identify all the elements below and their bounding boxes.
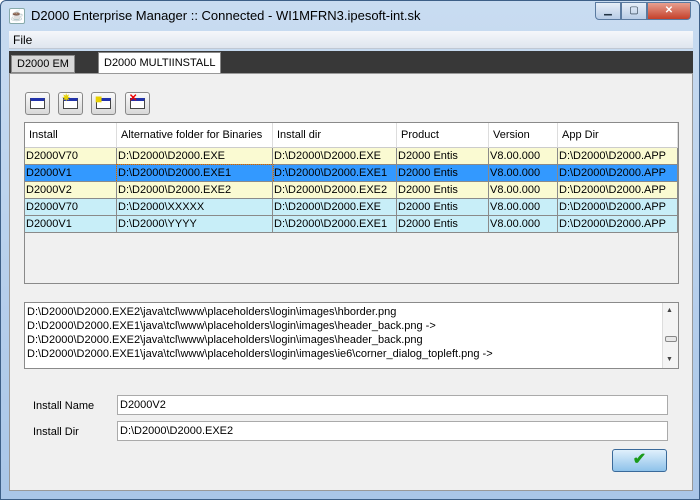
list-icon [30, 98, 45, 109]
table-cell[interactable]: D:\D2000\D2000.EXE1 [116, 164, 274, 183]
table-cell[interactable]: D:\D2000\D2000.EXE2 [273, 182, 397, 199]
table-cell[interactable]: D2000 Entis [397, 148, 489, 165]
log-area[interactable]: ▲ ▼ D:\D2000\D2000.EXE2\java\tcl\www\pla… [24, 302, 679, 369]
column-header[interactable]: Product [397, 123, 489, 148]
table-cell[interactable]: D:\D2000\D2000.EXE1 [273, 216, 397, 233]
maximize-button[interactable]: ▢ [621, 2, 647, 20]
list-button[interactable] [25, 92, 50, 115]
table-header: Install Alternative folder for Binaries In… [25, 123, 678, 148]
ok-button[interactable]: ✔ [612, 449, 667, 472]
column-header[interactable]: Version [489, 123, 558, 148]
window-title: D2000 Enterprise Manager :: Connected - … [31, 8, 421, 23]
table-row[interactable]: D2000V70 D:\D2000\D2000.EXE D:\D2000\D2000… [25, 148, 678, 165]
install-dir-label: Install Dir [33, 426, 79, 438]
table-row[interactable]: D2000V1 D:\D2000\YYYY D:\D2000\D2000.EXE1 D… [25, 216, 678, 233]
table-cell[interactable]: V8.00.000 [489, 216, 558, 233]
table-cell[interactable]: D:\D2000\YYYY [117, 216, 273, 233]
install-dir-input[interactable]: D:\D2000\D2000.EXE2 [117, 421, 668, 441]
column-header[interactable]: App Dir [558, 123, 678, 148]
new-install-button[interactable]: ✷ [58, 92, 83, 115]
table-cell[interactable]: D2000 Entis [397, 216, 489, 233]
log-line: D:\D2000\D2000.EXE1\java\tcl\www\placeho… [27, 320, 436, 332]
table-cell[interactable]: D2000 Entis [397, 199, 489, 216]
minimize-button[interactable]: ▁ [595, 2, 621, 20]
delete-install-button[interactable]: ✕ [125, 92, 150, 115]
tab-d2000-multiinstall[interactable]: D2000 MULTIINSTALL [98, 52, 222, 73]
scroll-thumb[interactable] [665, 336, 677, 342]
log-line: D:\D2000\D2000.EXE1\java\tcl\www\placeho… [27, 348, 493, 360]
table-cell[interactable]: V8.00.000 [489, 182, 558, 199]
log-line: D:\D2000\D2000.EXE2\java\tcl\www\placeho… [27, 306, 397, 318]
log-line: D:\D2000\D2000.EXE2\java\tcl\www\placeho… [27, 334, 423, 346]
table-cell[interactable]: D2000V2 [25, 182, 117, 199]
table-cell[interactable]: D:\D2000\D2000.APP [558, 148, 678, 165]
column-header[interactable]: Install dir [273, 123, 397, 148]
table-cell[interactable]: D:\D2000\D2000.APP [558, 182, 678, 199]
log-scrollbar[interactable]: ▲ ▼ [662, 303, 678, 368]
table-row[interactable]: D2000V1 D:\D2000\D2000.EXE1 D:\D2000\D2000… [25, 164, 678, 183]
table-row[interactable]: D2000V2 D:\D2000\D2000.EXE2 D:\D2000\D2000… [25, 182, 678, 199]
table-cell[interactable]: D2000 Entis [397, 182, 489, 199]
table-cell[interactable]: D:\D2000\D2000.APP [558, 165, 678, 182]
title-bar: ☕ D2000 Enterprise Manager :: Connected … [1, 1, 699, 31]
close-button[interactable]: ✕ [647, 2, 691, 20]
column-header[interactable]: Install [25, 123, 117, 148]
table-cell[interactable]: D:\D2000\D2000.APP [558, 199, 678, 216]
table-cell[interactable]: D2000V1 [25, 165, 117, 182]
multiinstall-panel: ✷ ■ ✕ Install Alternative folder for Bina… [9, 73, 693, 491]
table-cell[interactable]: D:\D2000\D2000.EXE1 [273, 165, 397, 182]
scroll-down-icon[interactable]: ▼ [666, 356, 673, 363]
table-cell[interactable]: D2000V70 [25, 199, 117, 216]
table-cell[interactable]: D2000V70 [25, 148, 117, 165]
scroll-up-icon[interactable]: ▲ [666, 307, 673, 314]
checkmark-icon: ✔ [632, 451, 647, 468]
table-cell[interactable]: V8.00.000 [489, 165, 558, 182]
menu-file[interactable]: File [13, 33, 32, 47]
java-icon: ☕ [9, 8, 25, 24]
table-cell[interactable]: V8.00.000 [489, 199, 558, 216]
app-window: ☕ D2000 Enterprise Manager :: Connected … [0, 0, 700, 500]
table-cell[interactable]: V8.00.000 [489, 148, 558, 165]
install-name-label: Install Name [33, 400, 95, 412]
table-cell[interactable]: D:\D2000\D2000.EXE2 [117, 182, 273, 199]
table-cell[interactable]: D:\D2000\D2000.EXE [273, 148, 397, 165]
table-cell[interactable]: D2000 Entis [397, 165, 489, 182]
table-cell[interactable]: D:\D2000\D2000.APP [558, 216, 678, 233]
column-header[interactable]: Alternative folder for Binaries [117, 123, 273, 148]
installs-table: Install Alternative folder for Binaries In… [24, 122, 679, 284]
table-cell[interactable]: D:\D2000\D2000.EXE [117, 148, 273, 165]
folder-button[interactable]: ■ [91, 92, 116, 115]
tab-d2000-em[interactable]: D2000 EM [11, 55, 75, 73]
install-name-input[interactable]: D2000V2 [117, 395, 668, 415]
table-row[interactable]: D2000V70 D:\D2000\XXXXX D:\D2000\D2000.EXE… [25, 199, 678, 216]
table-cell[interactable]: D2000V1 [25, 216, 117, 233]
tab-strip: D2000 EM D2000 MULTIINSTALL [9, 51, 693, 73]
table-cell[interactable]: D:\D2000\D2000.EXE [273, 199, 397, 216]
menu-bar: File [9, 31, 693, 49]
table-cell[interactable]: D:\D2000\XXXXX [117, 199, 273, 216]
